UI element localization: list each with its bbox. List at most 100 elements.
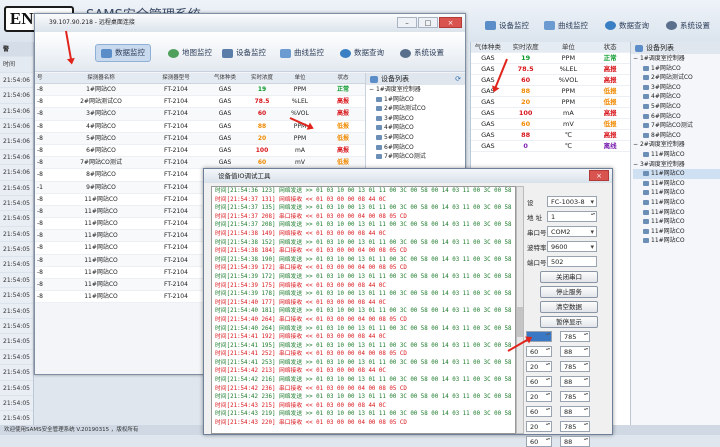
- log-line: 时间[21:54:39 178] 网络发送 >> 01 03 10 00 13 …: [215, 291, 516, 298]
- tree-item[interactable]: 1#网站CO: [633, 64, 720, 74]
- tree-group[interactable]: − 3#调度室控制器: [633, 160, 720, 170]
- io-log-view[interactable]: 时间[21:54:36 123] 网络发送 >> 01 03 10 00 13 …: [211, 186, 516, 434]
- tab-map-monitor[interactable]: 地图监控: [163, 44, 217, 62]
- io-close-button[interactable]: ×: [589, 170, 609, 181]
- table-cell: GAS: [481, 98, 495, 106]
- close-button[interactable]: ×: [439, 17, 462, 28]
- table-cell: mV: [295, 159, 305, 167]
- table-row[interactable]: -8 1#网站CO FT-2104 GAS 19 PPM 正常: [35, 84, 365, 97]
- value-stepper[interactable]: 60: [526, 406, 552, 417]
- log-line: 时间[21:54:40 264] 网络发送 >> 01 03 10 00 13 …: [215, 325, 516, 332]
- tree-item[interactable]: 11#网站CO: [633, 169, 720, 179]
- value-stepper[interactable]: 785: [560, 331, 590, 342]
- io-log-scrollbar[interactable]: [516, 186, 524, 434]
- tree-item[interactable]: 7#网站CO测试: [366, 152, 465, 162]
- tree-item[interactable]: 5#网站CO: [366, 133, 465, 143]
- tree-item[interactable]: 11#网站CO: [633, 236, 720, 246]
- net-port-field[interactable]: 502: [547, 256, 597, 267]
- value-stepper[interactable]: 88: [560, 406, 590, 417]
- table-row[interactable]: -8 3#网站CO FT-2104 GAS 60 %VOL 高报: [35, 108, 365, 121]
- table-row[interactable]: GAS 78.5 %LEL 高报: [471, 64, 630, 75]
- tree-item[interactable]: 6#网站CO: [633, 112, 720, 122]
- detector-icon: [643, 190, 649, 196]
- log-line: 时间[21:54:41 192] 网络接收 << 01 03 00 00 08 …: [215, 334, 386, 341]
- device-select[interactable]: FC-1003-8: [547, 196, 597, 207]
- minimize-button[interactable]: –: [397, 17, 417, 28]
- nav-device-monitor[interactable]: 设备监控: [485, 20, 529, 31]
- tree-item[interactable]: 11#网站CO: [633, 208, 720, 218]
- maximize-button[interactable]: □: [418, 17, 438, 28]
- tree-item[interactable]: 2#网站测试CO: [366, 104, 465, 114]
- table-row[interactable]: GAS 60 mV 低报: [471, 119, 630, 130]
- table-row[interactable]: -8 4#网站CO FT-2104 GAS 88 PPM 低报: [35, 120, 365, 133]
- table-cell: GAS: [481, 142, 495, 150]
- table-cell: 高报: [603, 65, 617, 73]
- tree-item[interactable]: 4#网站CO: [633, 92, 720, 102]
- nav-data-query[interactable]: 数据查询: [605, 20, 649, 31]
- tree-item[interactable]: 11#网站CO: [633, 179, 720, 189]
- table-cell: 78.5: [254, 98, 270, 106]
- tab-curve-monitor[interactable]: 曲线监控: [275, 44, 329, 62]
- tree-item[interactable]: 3#网站CO: [633, 83, 720, 93]
- address-stepper[interactable]: 1: [547, 211, 597, 222]
- value-stepper[interactable]: 785: [560, 391, 590, 402]
- table-row[interactable]: GAS 88 ℃ 高报: [471, 130, 630, 141]
- value-stepper[interactable]: 60: [526, 436, 552, 447]
- table-row[interactable]: GAS 19 PPM 正常: [471, 53, 630, 64]
- nav-curve-monitor[interactable]: 曲线监控: [544, 20, 588, 31]
- value-stepper[interactable]: 60: [526, 376, 552, 387]
- detector-icon: [643, 75, 649, 81]
- tree-item[interactable]: 4#网站CO: [366, 123, 465, 133]
- value-stepper[interactable]: 785: [560, 361, 590, 372]
- pause-display-button[interactable]: 暂停显示: [540, 316, 598, 328]
- value-stepper[interactable]: 20: [526, 391, 552, 402]
- value-stepper[interactable]: 60: [526, 346, 552, 357]
- table-row[interactable]: GAS 20 PPM 低报: [471, 97, 630, 108]
- table-row[interactable]: -8 5#网站CO FT-2104 GAS 20 PPM 低报: [35, 132, 365, 145]
- table-row[interactable]: GAS 100 mA 高报: [471, 108, 630, 119]
- tab-system-settings[interactable]: 系统设置: [395, 44, 449, 62]
- tree-group-label: 3#调度室控制器: [639, 160, 685, 168]
- tree-item[interactable]: 11#网站CO: [633, 217, 720, 227]
- value-stepper[interactable]: 20: [526, 361, 552, 372]
- tree-item[interactable]: 11#网站CO: [633, 198, 720, 208]
- tree-item[interactable]: 1#网站CO: [366, 95, 465, 105]
- close-serial-button[interactable]: 关闭串口: [540, 271, 598, 283]
- tree-item[interactable]: 2#网站测试CO: [633, 73, 720, 83]
- table-cell: %LEL: [291, 98, 309, 106]
- tab-device-monitor[interactable]: 设备监控: [217, 44, 271, 62]
- value-stepper[interactable]: 785: [560, 421, 590, 432]
- table-cell: 高报: [336, 146, 349, 154]
- table-row[interactable]: -8 2#网站测试CO FT-2104 GAS 78.5 %LEL 高报: [35, 96, 365, 109]
- tab-data-monitor[interactable]: 数据监控: [95, 44, 151, 62]
- serial-port-select[interactable]: COM2: [547, 226, 597, 237]
- tree-item[interactable]: 8#网站CO: [633, 131, 720, 141]
- stop-service-button[interactable]: 停止服务: [540, 286, 598, 298]
- remote-tree-group[interactable]: − 1#调度室控制器: [366, 85, 465, 95]
- tree-item[interactable]: 5#网站CO: [633, 102, 720, 112]
- scroll-thumb[interactable]: [517, 307, 523, 337]
- tree-item[interactable]: 11#网站CO: [633, 227, 720, 237]
- table-row[interactable]: GAS 0 ℃ 离线: [471, 141, 630, 152]
- table-row[interactable]: -8 6#网站CO FT-2104 GAS 100 mA 高报: [35, 144, 365, 158]
- value-stepper[interactable]: 20: [526, 421, 552, 432]
- tree-item[interactable]: 3#网站CO: [366, 114, 465, 124]
- log-line: 时间[21:54:41 253] 网络发送 >> 01 03 10 00 13 …: [215, 359, 516, 366]
- clear-data-button[interactable]: 清空数据: [540, 301, 598, 313]
- tree-group[interactable]: − 1#调度室控制器: [633, 54, 720, 64]
- detector-icon: [376, 96, 382, 102]
- tree-item[interactable]: 11#网站CO: [633, 188, 720, 198]
- tree-item[interactable]: 11#网站CO: [633, 150, 720, 160]
- tree-item[interactable]: 6#网站CO: [366, 143, 465, 153]
- table-cell: GAS: [481, 109, 495, 117]
- tab-data-query[interactable]: 数据查询: [335, 44, 389, 62]
- tree-group[interactable]: − 2#调度室控制器: [633, 140, 720, 150]
- nav-system-settings[interactable]: 系统设置: [666, 20, 710, 31]
- detector-icon: [643, 199, 649, 205]
- baud-rate-select[interactable]: 9600: [547, 241, 597, 252]
- tree-item[interactable]: 7#网站CO测试: [633, 121, 720, 131]
- value-stepper[interactable]: 88: [560, 436, 590, 447]
- refresh-icon[interactable]: ⟳: [455, 73, 461, 85]
- value-stepper[interactable]: 88: [560, 346, 590, 357]
- value-stepper[interactable]: 88: [560, 376, 590, 387]
